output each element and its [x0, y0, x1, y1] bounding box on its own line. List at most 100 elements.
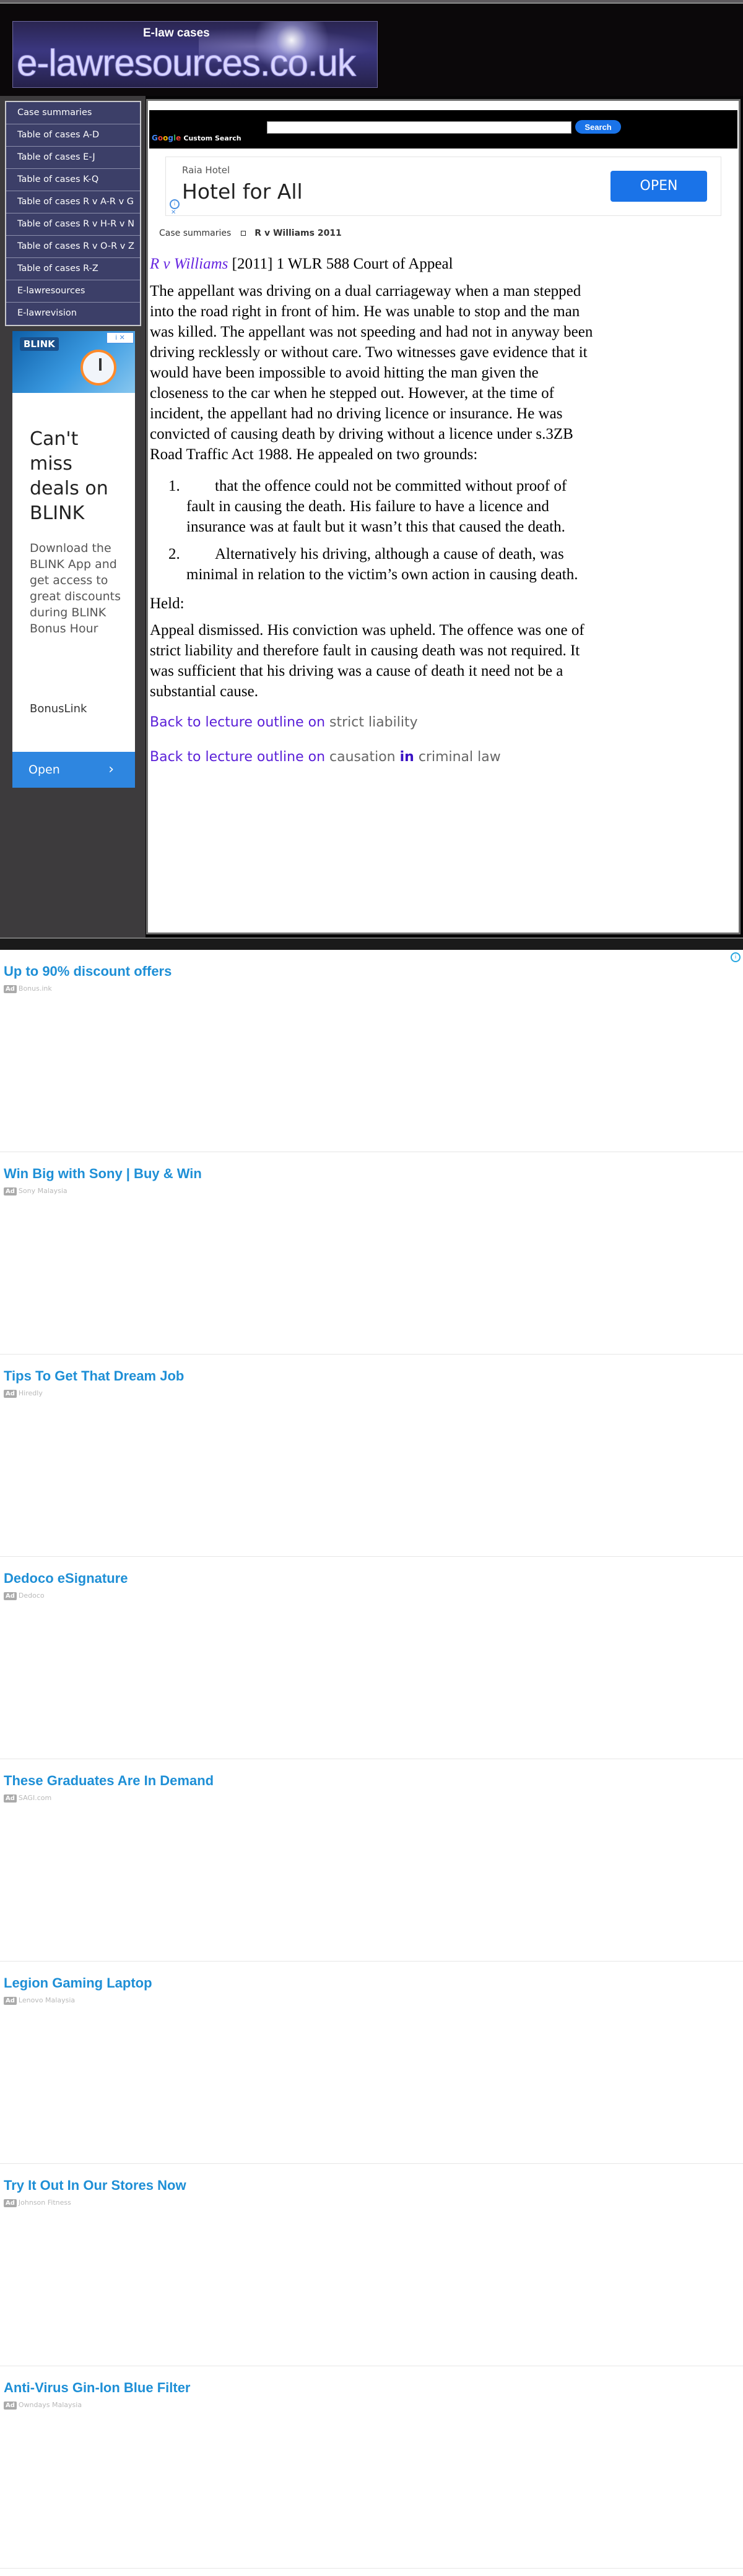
list-item[interactable]: These Graduates Are In Demand Ad SAGI.com	[0, 1759, 743, 1962]
ad-body: Download the BLINK App and get access to…	[30, 541, 121, 635]
ad-tag: Ad	[4, 2402, 17, 2410]
ad-brand: BonusLink	[30, 702, 87, 715]
sponsored-feed: i Up to 90% discount offers Ad Bonus.ink …	[0, 950, 743, 2569]
breadcrumb: Case summaries R v Williams 2011	[159, 228, 342, 238]
logo-subtitle: E-law cases	[143, 27, 210, 40]
feed-item-source: Ad SAGI.com	[4, 1794, 51, 1803]
google-custom-search-logo: Google Custom Search	[152, 134, 241, 142]
list-item[interactable]: Anti-Virus Gin-Ion Blue Filter Ad Owndays…	[0, 2366, 743, 2569]
feed-item-source-name: SAGI.com	[18, 1794, 52, 1802]
back-links: Back to lecture outline on strict liabil…	[150, 714, 597, 766]
case-facts: The appellant was driving on a dual carr…	[150, 283, 593, 463]
case-citation: [2011] 1 WLR 588 Court of Appeal	[228, 256, 453, 272]
back-link-joiner: in	[399, 749, 414, 765]
feed-item-title[interactable]: Dedoco eSignature	[4, 1570, 128, 1587]
nav-item-table-a-d[interactable]: Table of cases A-D	[6, 124, 140, 147]
feed-item-source: Ad Lenovo Malaysia	[4, 1996, 75, 2005]
ad-banner-brand: BLINK	[20, 337, 59, 351]
feed-item-source: Ad Hiredly	[4, 1389, 43, 1398]
site-logo[interactable]: E-law cases e-lawresources.co.uk	[12, 21, 378, 88]
list-number: 1.	[168, 478, 180, 494]
held-label: Held:	[150, 595, 185, 612]
list-item[interactable]: Tips To Get That Dream Job Ad Hiredly	[0, 1355, 743, 1557]
search-input[interactable]	[267, 121, 571, 134]
hotel-ad-headline[interactable]: Hotel for All	[182, 179, 303, 204]
google-letter: g	[168, 134, 173, 142]
ad-tag: Ad	[4, 1187, 17, 1195]
list-item[interactable]: Legion Gaming Laptop Ad Lenovo Malaysia	[0, 1962, 743, 2164]
google-letter: o	[157, 134, 163, 142]
feed-item-source: Ad Owndays Malaysia	[4, 2401, 82, 2410]
back-link-prefix: Back to lecture outline on	[150, 749, 330, 765]
feed-item-title[interactable]: These Graduates Are In Demand	[4, 1773, 214, 1789]
list-number: 2.	[168, 546, 180, 562]
ad-headline[interactable]: Can't miss deals on BLINK	[30, 427, 123, 526]
main-frame: Case summaries Table of cases A-D Table …	[0, 96, 743, 950]
ad-tag: Ad	[4, 1997, 17, 2005]
chevron-right-icon: ›	[108, 762, 114, 777]
list-item[interactable]: Dedoco eSignature Ad Dedoco	[0, 1557, 743, 1759]
feed-item-title[interactable]: Tips To Get That Dream Job	[4, 1368, 184, 1384]
adchoices-icon[interactable]: i ✕	[106, 332, 134, 343]
list-item-text: that the offence could not be committed …	[186, 478, 567, 535]
feed-item-title[interactable]: Win Big with Sony | Buy & Win	[4, 1166, 202, 1182]
nav-item-table-rv-o-z[interactable]: Table of cases R v O-R v Z	[6, 236, 140, 258]
clock-icon	[80, 350, 116, 386]
logo-title: e-lawresources.co.uk	[17, 42, 357, 84]
nav-item-table-e-j[interactable]: Table of cases E-J	[6, 147, 140, 169]
sidebar-ad[interactable]: BLINK i ✕ Can't miss deals on BLINK Down…	[12, 331, 135, 788]
info-icon[interactable]: i	[170, 199, 180, 209]
breadcrumb-parent[interactable]: Case summaries	[159, 228, 231, 238]
nav-item-table-r-z[interactable]: Table of cases R-Z	[6, 258, 140, 280]
feed-item-source: Ad Sony Malaysia	[4, 1187, 67, 1195]
list-item[interactable]: Win Big with Sony | Buy & Win Ad Sony Mal…	[0, 1152, 743, 1355]
back-link-topic: causation	[329, 749, 400, 765]
case-name-link[interactable]: R v Williams	[150, 256, 228, 272]
feed-item-source-name: Dedoco	[18, 1592, 45, 1600]
feed-item-source: Ad Dedoco	[4, 1592, 45, 1600]
list-item[interactable]: Try It Out In Our Stores Now Ad Johnson F…	[0, 2164, 743, 2366]
site-header: E-law cases e-lawresources.co.uk	[0, 0, 743, 96]
custom-search-label: Custom Search	[183, 134, 241, 142]
feed-item-source: Ad Bonus.ink	[4, 984, 52, 993]
hotel-ad[interactable]: Raia Hotel Hotel for All OPEN i ✕	[165, 157, 721, 216]
list-item[interactable]: Up to 90% discount offers Ad Bonus.ink	[0, 950, 743, 1152]
feed-item-title[interactable]: Legion Gaming Laptop	[4, 1975, 152, 1991]
feed-item-title[interactable]: Anti-Virus Gin-Ion Blue Filter	[4, 2380, 191, 2396]
ad-open-button[interactable]: Open ›	[12, 752, 135, 788]
grounds-of-appeal-list: 1. that the offence could not be committe…	[150, 476, 597, 585]
nav-item-e-lawresources[interactable]: E-lawresources	[6, 280, 140, 303]
nav-item-table-rv-h-n[interactable]: Table of cases R v H-R v N	[6, 213, 140, 236]
feed-item-title[interactable]: Up to 90% discount offers	[4, 963, 172, 980]
hotel-ad-advertiser: Raia Hotel	[182, 165, 230, 176]
hotel-ad-open-button[interactable]: OPEN	[610, 171, 707, 202]
feed-item-source-name: Owndays Malaysia	[18, 2401, 82, 2409]
breadcrumb-current: R v Williams 2011	[254, 228, 342, 238]
list-item: 1. that the offence could not be committe…	[150, 476, 597, 537]
header-top-border	[0, 2, 743, 4]
ad-tag: Ad	[4, 1390, 17, 1398]
nav-item-table-rv-a-g[interactable]: Table of cases R v A-R v G	[6, 191, 140, 213]
back-link-topic: strict liability	[329, 715, 418, 730]
breadcrumb-separator-icon	[241, 230, 246, 236]
frame-bottom-bar	[0, 937, 743, 950]
search-button[interactable]: Search	[575, 120, 621, 134]
case-article: R v Williams [2011] 1 WLR 588 Court of A…	[150, 254, 597, 766]
back-link-strict-liability[interactable]: Back to lecture outline on strict liabil…	[150, 714, 597, 731]
nav-item-e-lawrevision[interactable]: E-lawrevision	[6, 303, 140, 325]
feed-item-title[interactable]: Try It Out In Our Stores Now	[4, 2178, 186, 2194]
ad-tag: Ad	[4, 1592, 17, 1600]
back-link-causation[interactable]: Back to lecture outline on causation in …	[150, 749, 597, 766]
back-link-prefix: Back to lecture outline on	[150, 715, 330, 730]
held-text: Appeal dismissed. His conviction was uph…	[150, 622, 584, 700]
content-panel: Google Custom Search Search Raia Hotel H…	[146, 99, 741, 934]
ad-tag: Ad	[4, 2199, 17, 2207]
nav-item-table-k-q[interactable]: Table of cases K-Q	[6, 169, 140, 191]
case-title: R v Williams [2011] 1 WLR 588 Court of A…	[150, 254, 597, 274]
feed-item-source-name: Hiredly	[18, 1389, 43, 1397]
nav-item-case-summaries[interactable]: Case summaries	[6, 102, 140, 124]
close-icon[interactable]: ✕	[171, 209, 176, 216]
feed-item-source-name: Johnson Fitness	[18, 2199, 71, 2207]
feed-item-source-name: Lenovo Malaysia	[18, 1996, 76, 2004]
feed-item-source: Ad Johnson Fitness	[4, 2199, 71, 2207]
